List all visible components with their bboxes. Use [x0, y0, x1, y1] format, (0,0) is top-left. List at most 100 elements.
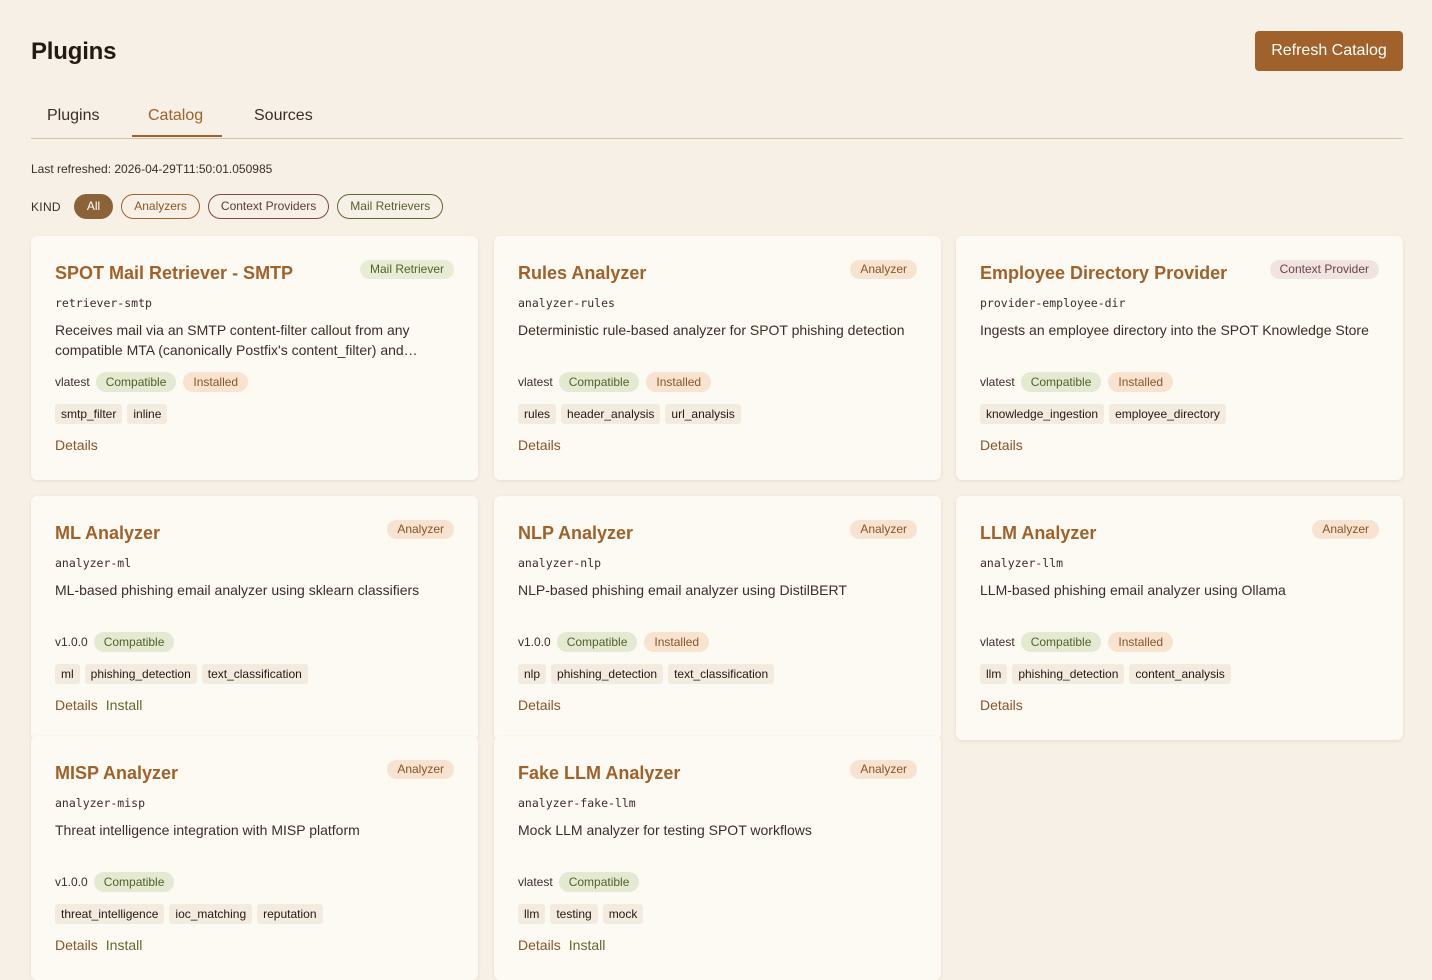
plugin-actions: Details — [518, 697, 569, 713]
plugin-version: vlatest — [55, 375, 90, 389]
plugin-meta-row: vlatest Compatible Installed — [980, 372, 1180, 392]
install-link[interactable]: Install — [106, 937, 143, 953]
plugin-tag: ioc_matching — [169, 904, 253, 924]
plugin-tags: rules header_analysis url_analysis — [518, 404, 746, 424]
compatible-badge: Compatible — [1020, 632, 1102, 652]
plugin-tag: url_analysis — [665, 404, 741, 424]
compatible-badge: Compatible — [95, 372, 177, 392]
kind-filter-label: KIND — [31, 199, 61, 214]
plugin-kind-badge: Context Provider — [1269, 260, 1379, 279]
plugin-actions: Details Install — [55, 697, 150, 713]
plugin-version: v1.0.0 — [518, 635, 551, 649]
plugin-version: vlatest — [518, 875, 553, 889]
plugin-card: NLP Analyzer Analyzer analyzer-nlp NLP-base… — [494, 496, 941, 740]
plugin-tag: llm — [518, 904, 546, 924]
installed-badge: Installed — [646, 372, 712, 392]
plugin-title: ML Analyzer — [55, 523, 161, 543]
plugin-description: ML-based phishing email analyzer using s… — [55, 582, 420, 598]
plugin-tag: knowledge_ingestion — [980, 404, 1105, 424]
install-link[interactable]: Install — [569, 937, 606, 953]
filter-chip-context-providers[interactable]: Context Providers — [207, 194, 330, 219]
plugin-tag: phishing_detection — [551, 664, 664, 684]
details-link[interactable]: Details — [55, 437, 98, 453]
compatible-badge: Compatible — [558, 372, 640, 392]
tab-plugins[interactable]: Plugins — [31, 97, 116, 137]
plugin-card: Fake LLM Analyzer Analyzer analyzer-fake-l… — [494, 736, 941, 980]
plugin-version: v1.0.0 — [55, 875, 88, 889]
plugin-tag: nlp — [518, 664, 547, 684]
plugin-card: Rules Analyzer Analyzer analyzer-rules Dete… — [494, 236, 941, 480]
plugin-actions: Details — [518, 437, 569, 453]
plugin-tag: llm — [980, 664, 1008, 684]
plugins-page: Plugins Refresh Catalog Plugins Catalog … — [31, 0, 1403, 980]
details-link[interactable]: Details — [518, 437, 561, 453]
plugin-tags: ml phishing_detection text_classification — [55, 664, 313, 684]
plugin-tags: threat_intelligence ioc_matching reputatio… — [55, 904, 328, 924]
plugin-title: Rules Analyzer — [518, 263, 647, 283]
plugin-description: Threat intelligence integration with MIS… — [55, 822, 360, 838]
plugin-title: LLM Analyzer — [980, 523, 1097, 543]
plugin-actions: Details Install — [55, 937, 150, 953]
tab-sources[interactable]: Sources — [238, 97, 330, 137]
plugin-tags: smtp_filter inline — [55, 404, 172, 424]
plugin-meta-row: vlatest Compatible Installed — [55, 372, 255, 392]
plugin-id: analyzer-nlp — [518, 556, 602, 570]
plugin-tag: content_analysis — [1129, 664, 1231, 684]
details-link[interactable]: Details — [518, 937, 561, 953]
compatible-badge: Compatible — [558, 872, 640, 892]
plugin-description: LLM-based phishing email analyzer using … — [980, 582, 1286, 598]
plugin-tag: testing — [550, 904, 598, 924]
refresh-catalog-button[interactable]: Refresh Catalog — [1255, 31, 1403, 71]
plugin-tags: nlp phishing_detection text_classification — [518, 664, 779, 684]
details-link[interactable]: Details — [518, 697, 561, 713]
plugin-tag: phishing_detection — [1012, 664, 1125, 684]
plugin-kind-badge: Mail Retriever — [359, 260, 454, 279]
compatible-badge: Compatible — [1020, 372, 1102, 392]
plugin-version: vlatest — [980, 375, 1015, 389]
filter-chip-mail-retrievers[interactable]: Mail Retrievers — [337, 194, 444, 219]
plugin-title: SPOT Mail Retriever - SMTP — [55, 263, 294, 283]
plugin-kind-badge: Analyzer — [1312, 520, 1379, 539]
plugin-id: analyzer-llm — [980, 556, 1064, 570]
plugin-actions: Details — [980, 437, 1031, 453]
plugin-tag: phishing_detection — [84, 664, 197, 684]
plugin-tag: text_classification — [668, 664, 775, 684]
plugin-tag: reputation — [257, 904, 323, 924]
plugin-description: NLP-based phishing email analyzer using … — [518, 582, 847, 598]
tab-bar: Plugins Catalog Sources — [31, 97, 1403, 139]
details-link[interactable]: Details — [55, 697, 98, 713]
installed-badge: Installed — [644, 632, 710, 652]
plugin-id: analyzer-fake-llm — [518, 796, 636, 810]
plugin-actions: Details — [980, 697, 1031, 713]
plugin-version: vlatest — [518, 375, 553, 389]
details-link[interactable]: Details — [980, 697, 1023, 713]
filter-chip-all[interactable]: All — [73, 194, 114, 219]
plugin-id: analyzer-rules — [518, 296, 615, 310]
plugin-card: SPOT Mail Retriever - SMTP Mail Retriever… — [31, 236, 478, 480]
plugin-meta-row: vlatest Compatible Installed — [518, 372, 718, 392]
plugin-card: Employee Directory Provider Context Provi… — [956, 236, 1403, 480]
filter-chip-analyzers[interactable]: Analyzers — [121, 194, 200, 219]
plugin-tag: inline — [127, 404, 168, 424]
plugin-tag: header_analysis — [561, 404, 661, 424]
installed-badge: Installed — [1108, 372, 1174, 392]
details-link[interactable]: Details — [55, 937, 98, 953]
details-link[interactable]: Details — [980, 437, 1023, 453]
plugin-tag: text_classification — [201, 664, 308, 684]
compatible-badge: Compatible — [556, 632, 638, 652]
plugin-kind-badge: Analyzer — [387, 760, 454, 779]
plugin-tag: rules — [518, 404, 557, 424]
plugin-meta-row: v1.0.0 Compatible — [55, 872, 181, 892]
plugin-id: provider-employee-dir — [980, 296, 1126, 310]
plugin-actions: Details — [55, 437, 106, 453]
kind-filter-bar: KIND All Analyzers Context Providers Mai… — [31, 194, 451, 219]
plugin-meta-row: v1.0.0 Compatible Installed — [518, 632, 716, 652]
plugin-description: Deterministic rule-based analyzer for SP… — [518, 322, 905, 338]
plugin-meta-row: vlatest Compatible — [518, 872, 646, 892]
install-link[interactable]: Install — [106, 697, 143, 713]
plugin-title: Fake LLM Analyzer — [518, 763, 681, 783]
plugin-tag: mock — [602, 904, 644, 924]
tab-catalog[interactable]: Catalog — [132, 97, 222, 137]
plugin-card: MISP Analyzer Analyzer analyzer-misp Threat… — [31, 736, 478, 980]
plugin-tags: llm phishing_detection content_analysis — [980, 664, 1236, 684]
